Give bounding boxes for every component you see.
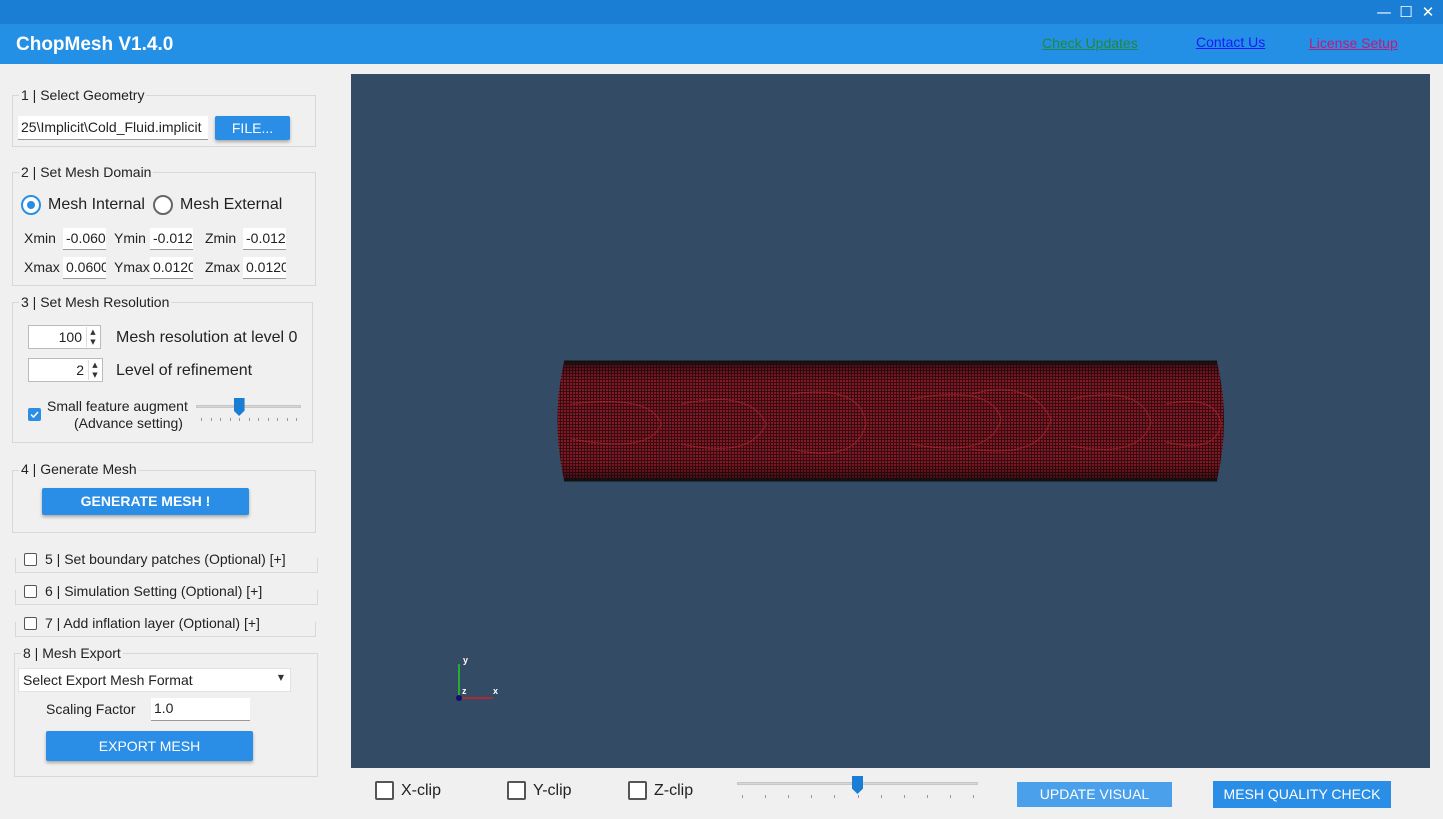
refinement-level-label: Level of refinement: [116, 362, 253, 379]
simulation-setting-header: 6 | Simulation Setting (Optional) [+]: [20, 582, 267, 600]
xmin-input[interactable]: -0.060: [63, 228, 106, 250]
select-geometry-title: 1 | Select Geometry: [19, 87, 147, 103]
slider-tick: [857, 795, 859, 798]
level0-resolution-value: 100: [58, 329, 82, 345]
small-feature-checkbox[interactable]: [28, 408, 41, 421]
contact-us-link[interactable]: Contact Us: [1196, 34, 1265, 50]
zmin-input[interactable]: -0.012: [243, 228, 286, 250]
level0-resolution-label: Mesh resolution at level 0: [116, 329, 298, 346]
chevron-down-icon: ▼: [277, 673, 284, 682]
slider-tick: [229, 418, 231, 421]
ymin-input[interactable]: -0.012: [150, 228, 193, 250]
slider-tick: [267, 418, 269, 421]
slider-thumb[interactable]: [852, 776, 863, 794]
cylinder-mesh: [557, 360, 1224, 482]
x-clip-checkbox[interactable]: [375, 781, 394, 800]
export-mesh-button[interactable]: EXPORT MESH: [46, 731, 253, 761]
slider-tick: [258, 418, 259, 421]
license-setup-link[interactable]: License Setup: [1309, 35, 1398, 51]
refinement-level-stepper[interactable]: 2 ▲ ▼: [28, 358, 103, 382]
slider-thumb[interactable]: [233, 398, 245, 416]
zmax-label: Zmax: [205, 259, 240, 275]
zmax-input[interactable]: 0.0120: [243, 257, 286, 279]
generate-mesh-button[interactable]: GENERATE MESH !: [42, 488, 249, 515]
boundary-patches-header: 5 | Set boundary patches (Optional) [+]: [20, 550, 290, 568]
level0-resolution-stepper[interactable]: 100 ▲ ▼: [28, 325, 101, 349]
inflation-layer-header: 7 | Add inflation layer (Optional) [+]: [20, 614, 264, 632]
slider-tick: [220, 418, 221, 421]
slider-tick: [201, 418, 202, 421]
mesh-resolution-title: 3 | Set Mesh Resolution: [19, 294, 172, 310]
slider-track: [196, 405, 301, 408]
slider-tick: [973, 795, 974, 798]
mesh-internal-label: Mesh Internal: [48, 196, 145, 213]
3d-viewport[interactable]: y z x: [351, 74, 1430, 768]
boundary-patches-label: 5 | Set boundary patches (Optional) [+]: [45, 551, 286, 567]
axis-x-label: x: [493, 686, 498, 696]
zmin-label: Zmin: [205, 230, 237, 246]
ymax-label: Ymax: [114, 259, 150, 275]
xmax-input[interactable]: 0.0600: [63, 257, 106, 279]
slider-tick: [903, 795, 905, 798]
clip-position-slider[interactable]: [737, 776, 978, 802]
inflation-layer-label: 7 | Add inflation layer (Optional) [+]: [45, 615, 260, 631]
slider-tick: [926, 795, 928, 798]
slider-tick: [277, 418, 278, 421]
slider-tick: [788, 795, 790, 798]
slider-tick: [765, 795, 767, 798]
ymin-label: Ymin: [114, 230, 146, 246]
slider-tick: [296, 418, 297, 421]
slider-tick: [834, 795, 836, 798]
mesh-internal-radio[interactable]: [21, 195, 41, 215]
checkmark-icon: [30, 411, 39, 419]
xmin-label: Xmin: [24, 230, 56, 246]
ymax-input[interactable]: 0.0120: [150, 257, 193, 279]
small-feature-sublabel: (Advance setting): [74, 415, 183, 431]
z-clip-label: Z-clip: [654, 782, 694, 799]
close-icon[interactable]: ✕: [1414, 0, 1442, 24]
window-titlebar: — ☐ ✕: [0, 0, 1443, 24]
slider-tick: [239, 418, 240, 421]
boundary-patches-checkbox[interactable]: [24, 552, 37, 566]
mesh-domain-title: 2 | Set Mesh Domain: [19, 164, 154, 180]
inflation-layer-checkbox[interactable]: [24, 616, 37, 630]
slider-tick: [210, 418, 212, 421]
y-clip-label: Y-clip: [533, 782, 572, 799]
small-feature-slider[interactable]: [196, 398, 301, 424]
stepper-arrows-icon[interactable]: ▲ ▼: [86, 327, 99, 347]
x-clip-label: X-clip: [401, 782, 442, 799]
stepper-arrows-icon[interactable]: ▲ ▼: [88, 360, 101, 380]
slider-tick: [949, 795, 951, 798]
slider-tick: [742, 795, 743, 798]
check-updates-link[interactable]: Check Updates: [1042, 35, 1138, 51]
small-feature-label: Small feature augment: [47, 398, 188, 414]
refinement-level-value: 2: [76, 362, 84, 378]
simulation-setting-checkbox[interactable]: [24, 584, 37, 598]
slider-tick: [811, 795, 813, 798]
xmax-label: Xmax: [24, 259, 60, 275]
generate-mesh-title: 4 | Generate Mesh: [19, 461, 139, 477]
app-header: ChopMesh V1.4.0 Check Updates Contact Us…: [0, 24, 1443, 64]
axis-z-label: z: [462, 686, 467, 696]
slider-tick: [286, 418, 288, 421]
slider-tick: [880, 795, 882, 798]
export-format-select[interactable]: Select Export Mesh Format ▼: [18, 668, 291, 692]
slider-tick: [248, 418, 250, 421]
file-browse-button[interactable]: FILE...: [215, 116, 290, 140]
scaling-factor-input[interactable]: 1.0: [151, 698, 250, 721]
geometry-file-path-input[interactable]: 25\Implicit\Cold_Fluid.implicit: [18, 116, 208, 140]
scaling-factor-label: Scaling Factor: [46, 701, 136, 717]
y-clip-checkbox[interactable]: [507, 781, 526, 800]
update-visual-button[interactable]: UPDATE VISUAL: [1017, 782, 1172, 807]
app-title: ChopMesh V1.4.0: [16, 34, 174, 55]
simulation-setting-label: 6 | Simulation Setting (Optional) [+]: [45, 583, 263, 599]
mesh-external-radio[interactable]: [153, 195, 173, 215]
export-format-value: Select Export Mesh Format: [23, 672, 193, 688]
z-clip-checkbox[interactable]: [628, 781, 647, 800]
axis-y-label: y: [463, 655, 468, 665]
mesh-render: y z x: [456, 360, 1224, 701]
mesh-export-title: 8 | Mesh Export: [21, 645, 123, 661]
mesh-external-label: Mesh External: [180, 196, 283, 213]
mesh-quality-check-button[interactable]: MESH QUALITY CHECK: [1213, 781, 1391, 808]
